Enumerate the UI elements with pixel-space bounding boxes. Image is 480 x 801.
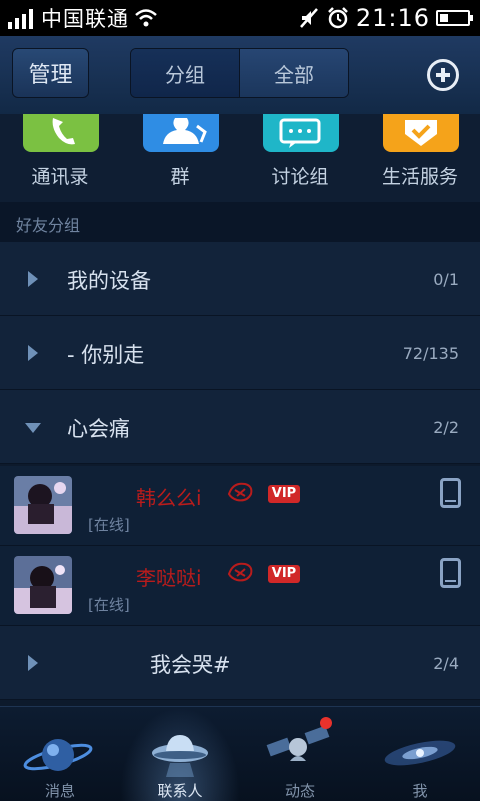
friend-name: 韩么么i	[136, 486, 202, 510]
tab-label: 联系人	[157, 782, 203, 800]
friend-name: 李哒哒i	[136, 566, 202, 590]
online-status: [在线]	[88, 516, 130, 534]
section-title: 好友分组	[16, 216, 81, 235]
mute-icon	[299, 8, 318, 28]
expand-arrow-icon	[28, 345, 38, 361]
service-icon	[383, 114, 459, 152]
tab-label: 动态	[284, 782, 315, 800]
expand-arrow-icon	[28, 655, 38, 671]
tab-me[interactable]: 我	[360, 707, 480, 801]
expand-arrow-icon	[28, 271, 38, 287]
vip-badge: VIP	[268, 565, 300, 583]
life-service-shortcut[interactable]: 生活服务	[360, 114, 480, 202]
ufo-icon	[152, 735, 208, 777]
view-toggle: 分组 全部	[130, 48, 349, 98]
battery-icon	[436, 10, 473, 26]
tab-label: 消息	[44, 782, 75, 800]
group-count: 2/2	[433, 418, 459, 437]
bottom-tab-bar: 消息 联系人 动态 我	[0, 706, 480, 801]
online-status: [在线]	[88, 596, 130, 614]
chat-bubble-icon	[263, 114, 339, 152]
manage-button[interactable]: 管理	[12, 48, 89, 98]
quick-actions: 通讯录 群 讨论组 生活服务	[0, 114, 480, 202]
phone-icon	[23, 114, 99, 152]
section-header: 好友分组	[0, 202, 480, 242]
mobile-online-icon	[440, 558, 461, 588]
galaxy-icon	[384, 740, 456, 766]
friend-row[interactable]: 韩么么i VIP [在线]	[0, 466, 480, 546]
friend-row[interactable]: 李哒哒i VIP [在线]	[0, 546, 480, 626]
avatar[interactable]	[14, 476, 72, 534]
group-count: 0/1	[433, 270, 459, 289]
group-name: 我的设备	[67, 269, 151, 293]
tab-label: 我	[412, 782, 428, 800]
top-bar: 管理 分组 全部	[0, 36, 480, 115]
group-label: 群	[170, 166, 190, 188]
satellite-icon	[266, 725, 330, 761]
contacts-label: 通讯录	[31, 166, 89, 188]
group-name: - 你别走	[67, 343, 145, 367]
add-contact-icon[interactable]	[427, 59, 459, 91]
group-icon	[143, 114, 219, 152]
tab-all[interactable]: 全部	[239, 49, 348, 97]
group-row[interactable]: 我会哭# 2/4	[0, 626, 480, 700]
group-shortcut[interactable]: 群	[120, 114, 240, 202]
tab-feed[interactable]: 动态	[240, 707, 360, 801]
wifi-icon	[135, 9, 157, 27]
group-name: 心会痛	[67, 417, 130, 441]
vip-badge: VIP	[268, 485, 300, 503]
contacts-shortcut[interactable]: 通讯录	[0, 114, 120, 202]
status-bar: 中国联通 21:16	[0, 0, 480, 36]
group-name: 我会哭#	[150, 653, 231, 677]
tab-contacts[interactable]: 联系人	[120, 707, 240, 801]
tab-grouped[interactable]: 分组	[131, 49, 239, 97]
signal-icon	[8, 7, 33, 29]
notification-dot	[320, 717, 332, 729]
signature-icon	[227, 562, 253, 582]
tab-messages[interactable]: 消息	[0, 707, 120, 801]
discussion-shortcut[interactable]: 讨论组	[240, 114, 360, 202]
collapse-arrow-icon	[25, 423, 41, 433]
mobile-online-icon	[440, 478, 461, 508]
group-count: 72/135	[402, 344, 459, 363]
life-service-label: 生活服务	[381, 166, 458, 188]
discussion-label: 讨论组	[271, 166, 329, 188]
alarm-icon	[327, 7, 348, 29]
group-row[interactable]: 我的设备 0/1	[0, 242, 480, 316]
group-row[interactable]: - 你别走 72/135	[0, 316, 480, 390]
avatar[interactable]	[14, 556, 72, 614]
clock: 21:16	[355, 4, 430, 32]
carrier-name: 中国联通	[41, 7, 129, 31]
group-count: 2/4	[433, 654, 459, 673]
planet-icon	[23, 739, 93, 771]
signature-icon	[227, 482, 253, 502]
group-row[interactable]: 心会痛 2/2	[0, 390, 480, 464]
